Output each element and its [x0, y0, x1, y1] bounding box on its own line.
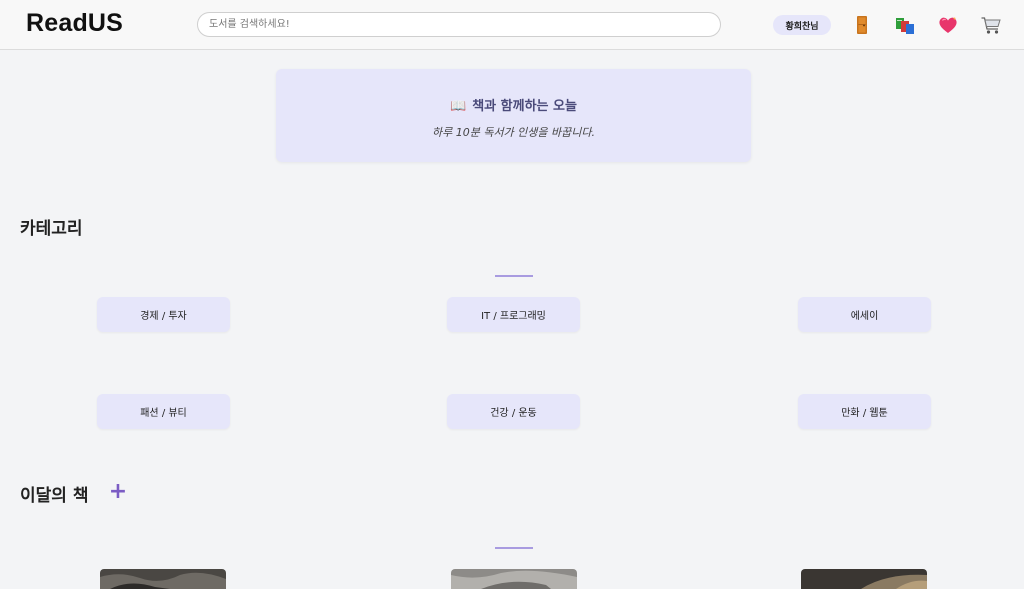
- heart-icon[interactable]: [937, 14, 959, 36]
- door-icon[interactable]: [851, 14, 873, 36]
- category-health-button[interactable]: 건강 / 운동: [447, 394, 580, 429]
- category-divider: [495, 275, 533, 277]
- add-button[interactable]: +: [108, 481, 128, 503]
- book-thumbnail[interactable]: [801, 569, 927, 589]
- banner-title: 📖 책과 함께하는 오늘: [276, 95, 751, 114]
- category-fashion-button[interactable]: 패션 / 뷰티: [97, 394, 230, 429]
- monthly-divider: [495, 547, 533, 549]
- book-icon: 📖: [450, 99, 467, 114]
- category-economy-button[interactable]: 경제 / 투자: [97, 297, 230, 332]
- logo[interactable]: ReadUS: [26, 9, 123, 38]
- category-section-title: 카테고리: [20, 219, 83, 239]
- books-icon[interactable]: [894, 14, 916, 36]
- book-thumbnail[interactable]: [100, 569, 226, 589]
- header: ReadUS 황희찬님: [0, 0, 1024, 50]
- monthly-section-title: 이달의 책: [20, 486, 89, 506]
- cart-icon[interactable]: [980, 14, 1002, 36]
- banner-subtitle: 하루 10분 독서가 인생을 바꿉니다.: [431, 126, 596, 139]
- category-comic-button[interactable]: 만화 / 웹툰: [798, 394, 931, 429]
- book-thumbnail[interactable]: [451, 569, 577, 589]
- banner-title-text: 책과 함께하는 오늘: [472, 99, 577, 114]
- category-essay-button[interactable]: 에세이: [798, 297, 931, 332]
- search-input[interactable]: [197, 12, 721, 37]
- hero-banner: 📖 책과 함께하는 오늘 하루 10분 독서가 인생을 바꿉니다.: [276, 69, 751, 162]
- category-it-button[interactable]: IT / 프로그래밍: [447, 297, 580, 332]
- user-badge[interactable]: 황희찬님: [773, 15, 831, 35]
